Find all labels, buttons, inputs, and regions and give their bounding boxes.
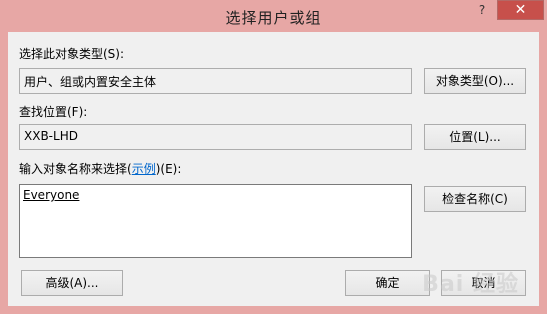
locations-button[interactable]: 位置(L)... [424, 124, 526, 150]
object-type-label: 选择此对象类型(S): [19, 47, 125, 61]
title-bar[interactable]: 选择用户或组 ? ✕ [0, 0, 547, 32]
help-button[interactable]: ? [469, 0, 495, 20]
object-names-label-suffix: )(E): [155, 162, 182, 176]
examples-link[interactable]: 示例 [132, 162, 156, 176]
advanced-button[interactable]: 高级(A)... [21, 270, 123, 296]
cancel-button[interactable]: 取消 [441, 270, 526, 296]
check-names-button[interactable]: 检查名称(C) [424, 186, 526, 212]
location-field: XXB-LHD [19, 124, 412, 150]
close-button[interactable]: ✕ [497, 0, 544, 20]
object-names-label: 输入对象名称来选择(示例)(E): [19, 160, 181, 177]
object-types-button[interactable]: 对象类型(O)... [424, 68, 526, 94]
object-names-input[interactable]: Everyone [19, 184, 412, 258]
object-name-entry: Everyone [23, 188, 80, 202]
dialog-client-area: 选择此对象类型(S): 用户、组或内置安全主体 对象类型(O)... 查找位置(… [8, 32, 539, 306]
window-title: 选择用户或组 [225, 9, 322, 27]
ok-button[interactable]: 确定 [345, 270, 430, 296]
object-type-field: 用户、组或内置安全主体 [19, 68, 412, 94]
dialog-window: 选择用户或组 ? ✕ 选择此对象类型(S): 用户、组或内置安全主体 对象类型(… [0, 0, 547, 314]
location-label: 查找位置(F): [19, 105, 88, 119]
object-names-label-prefix: 输入对象名称来选择( [19, 162, 132, 176]
